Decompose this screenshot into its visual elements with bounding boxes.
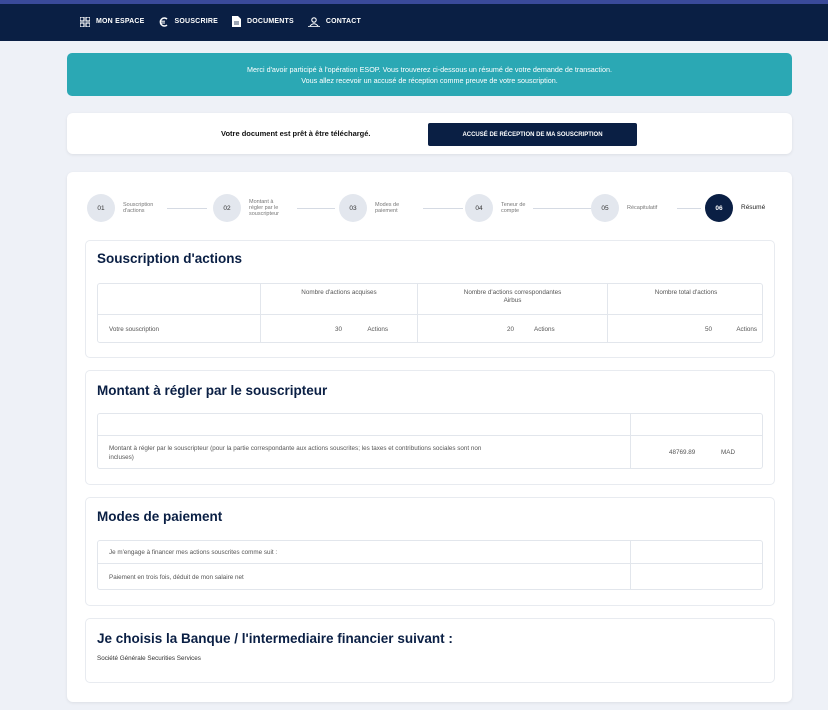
euro-icon [159, 16, 168, 27]
table-row: Votre souscription 30 Actions 20 Actions… [98, 314, 762, 343]
step-montant[interactable]: 02 Montant à régler par le souscripteur [213, 194, 279, 222]
nav-label: MON ESPACE [96, 18, 145, 25]
section-title: Modes de paiement [97, 509, 223, 524]
top-navigation-bar: MON ESPACE SOUSCRIRE DOCUMENTS CONTACT [0, 0, 828, 41]
step-label: Résumé [741, 204, 766, 211]
correspondantes-cell: 20 Actions [417, 315, 607, 343]
empty-cell [630, 541, 764, 563]
step-number: 05 [591, 194, 619, 222]
step-connector [677, 208, 701, 209]
step-label: Montant à régler par le souscripteur [249, 199, 279, 217]
nav-label: DOCUMENTS [246, 18, 294, 25]
montant-value: 48769.89 [669, 449, 696, 456]
nav-item-souscrire[interactable]: SOUSCRIRE [159, 16, 218, 27]
section-paiement: Modes de paiement Je m'engage à financer… [85, 497, 775, 606]
section-title: Montant à régler par le souscripteur [97, 383, 328, 398]
header-empty [98, 414, 630, 435]
section-title: Je choisis la Banque / l'intermediaire f… [97, 631, 453, 646]
souscription-table: Nombre d'actions acquises Nombre d'actio… [97, 283, 763, 343]
nav-label: CONTACT [325, 18, 361, 25]
total-value: 50 [704, 325, 712, 333]
row-label: Votre souscription [109, 325, 160, 333]
table-header-row [98, 414, 762, 435]
section-montant: Montant à régler par le souscripteur Mon… [85, 370, 775, 485]
montant-label: Montant à régler par le souscripteur (po… [109, 444, 482, 461]
acquises-cell: 30 Actions [260, 315, 417, 343]
step-number: 06 [705, 194, 733, 222]
summary-card: 01 Souscription d'actions 02 Montant à rég… [67, 172, 792, 702]
section-title: Souscription d'actions [97, 251, 242, 266]
paiement-row-1: Je m'engage à financer mes actions sousc… [109, 548, 278, 556]
step-connector [533, 208, 593, 209]
empty-cell [630, 564, 764, 590]
download-card: Votre document est prêt à être télécharg… [67, 113, 792, 154]
montant-currency: MAD [721, 449, 735, 456]
section-souscription: Souscription d'actions Nombre d'actions … [85, 240, 775, 358]
step-teneur-compte[interactable]: 04 Teneur de compte [465, 194, 525, 222]
table-row: Je m'engage à financer mes actions sousc… [98, 541, 762, 563]
table-row: Montant à régler par le souscripteur (po… [98, 435, 762, 469]
acquises-value: 30 [334, 325, 342, 333]
step-recapitulatif[interactable]: 05 Récapitulatif [591, 194, 657, 222]
nav-item-documents[interactable]: DOCUMENTS [231, 16, 294, 27]
download-message: Votre document est prêt à être télécharg… [221, 129, 371, 138]
section-banque: Je choisis la Banque / l'intermediaire f… [85, 618, 775, 683]
nav-item-mon-espace[interactable]: MON ESPACE [80, 16, 145, 27]
table-row: Paiement en trois fois, déduit de mon sa… [98, 563, 762, 590]
step-label: Teneur de compte [501, 202, 526, 214]
bank-name: Société Générale Securities Services [97, 655, 201, 662]
acquises-unit: Actions [367, 325, 388, 333]
grid-icon [80, 16, 90, 27]
paiement-table: Je m'engage à financer mes actions sousc… [97, 540, 763, 590]
top-nav: MON ESPACE SOUSCRIRE DOCUMENTS CONTACT [80, 16, 361, 27]
correspondantes-value: 20 [507, 325, 515, 333]
step-label: Récapitulatif [627, 205, 658, 211]
header-acquises: Nombre d'actions acquises [260, 284, 417, 314]
total-unit: Actions [736, 325, 757, 333]
confirmation-banner: Merci d'avoir participé à l'opération ES… [67, 53, 792, 96]
step-souscription[interactable]: 01 Souscription d'actions [87, 194, 153, 222]
banner-line-1: Merci d'avoir participé à l'opération ES… [247, 65, 612, 74]
step-connector [297, 208, 335, 209]
header-empty [98, 284, 260, 314]
step-connector [423, 208, 463, 209]
step-label: Modes de paiement [375, 202, 400, 214]
progress-stepper: 01 Souscription d'actions 02 Montant à rég… [87, 194, 777, 222]
total-cell: 50 Actions [607, 315, 764, 343]
montant-table: Montant à régler par le souscripteur (po… [97, 413, 763, 469]
nav-label: SOUSCRIRE [174, 18, 218, 25]
banner-line-2: Vous allez recevoir un accusé de récepti… [301, 76, 558, 85]
table-header-row: Nombre d'actions acquises Nombre d'actio… [98, 284, 762, 314]
step-number: 02 [213, 194, 241, 222]
step-connector [167, 208, 207, 209]
montant-value-cell: 48769.89 MAD [630, 436, 764, 469]
people-icon [307, 16, 320, 27]
step-number: 03 [339, 194, 367, 222]
document-icon [231, 16, 241, 27]
header-empty [630, 414, 764, 435]
nav-item-contact[interactable]: CONTACT [307, 16, 361, 27]
correspondantes-unit: Actions [534, 325, 555, 333]
step-modes-paiement[interactable]: 03 Modes de paiement [339, 194, 399, 222]
paiement-row-2: Paiement en trois fois, déduit de mon sa… [109, 573, 244, 581]
step-label: Souscription d'actions [123, 202, 154, 214]
step-resume[interactable]: 06 Résumé [705, 194, 765, 222]
download-receipt-button[interactable]: ACCUSÉ DE RÉCEPTION DE MA SOUSCRIPTION [428, 123, 637, 146]
header-total: Nombre total d'actions [607, 284, 764, 314]
header-correspondantes: Nombre d'actions correspondantes Airbus [417, 284, 607, 314]
step-number: 01 [87, 194, 115, 222]
step-number: 04 [465, 194, 493, 222]
